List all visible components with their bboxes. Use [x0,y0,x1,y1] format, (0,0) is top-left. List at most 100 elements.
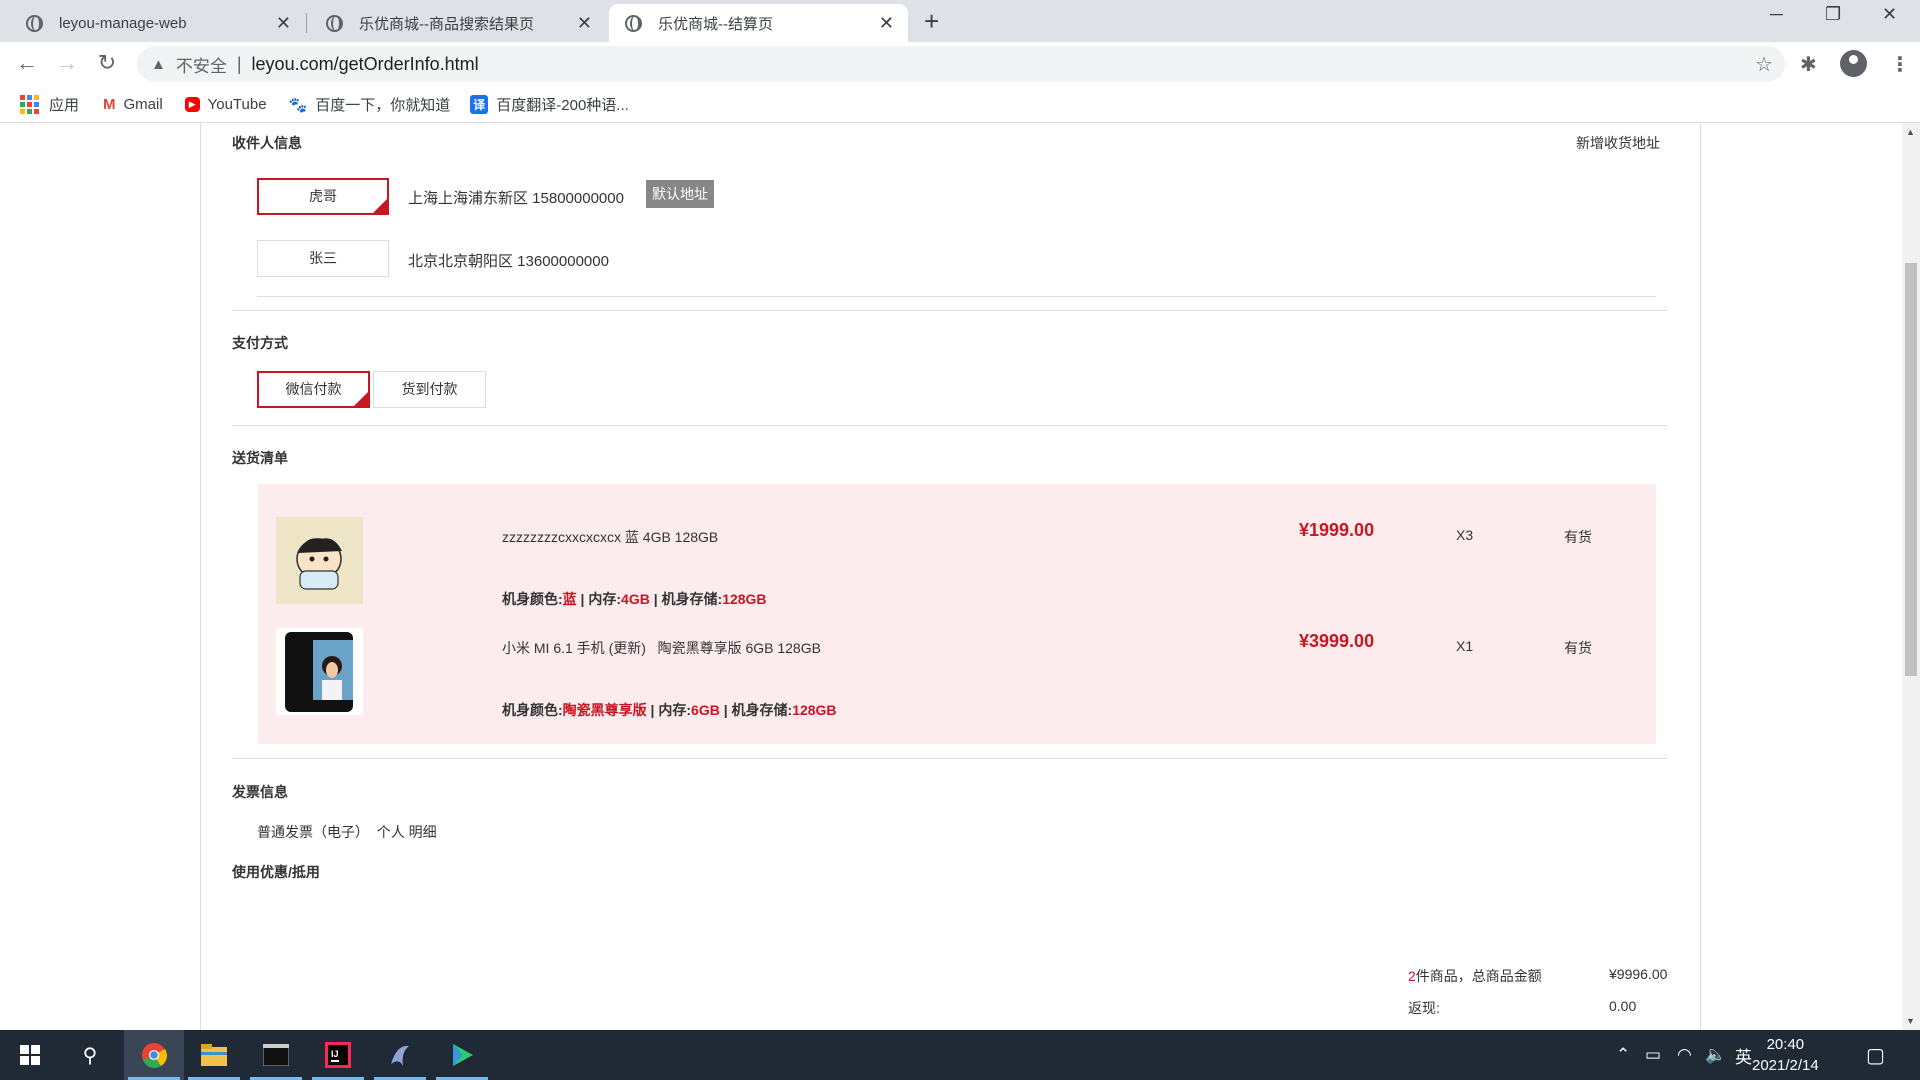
restore-icon[interactable]: ❐ [1825,4,1841,25]
url-divider: | [236,53,242,74]
globe-icon [625,14,642,32]
invoice-detail[interactable]: 普通发票（电子） 个人 明细 [257,822,437,842]
close-tab-icon[interactable]: ✕ [577,13,592,34]
minimize-icon[interactable]: ─ [1770,4,1783,25]
baidu-translate-icon: 译 [470,95,489,114]
baidu-paw-icon: 🐾 [288,96,308,114]
bookmark-baidu[interactable]: 🐾 百度一下，你就知道 [289,94,451,115]
intellij-icon[interactable]: IJ [308,1030,368,1080]
product-spec: 机身颜色:陶瓷黑尊享版 | 内存:6GB | 机身存储:128GB [502,700,837,720]
payment-option[interactable]: 货到付款 [373,371,486,408]
bookmark-youtube[interactable]: ▶ YouTube [184,96,267,113]
divider [232,758,1668,759]
globe-icon [326,14,343,32]
extensions-icon[interactable]: ✱ [1800,52,1817,77]
address-detail: 上海上海浦东新区 15800000000 [408,190,624,207]
chrome-taskbar-icon[interactable] [124,1030,184,1080]
battery-icon[interactable]: ▭ [1645,1030,1661,1080]
scroll-up-icon[interactable]: ▲ [1906,127,1915,137]
payment-option-selected[interactable]: 微信付款 [257,371,370,408]
product-thumbnail[interactable] [276,628,363,715]
spec-value: 128GB [722,591,767,607]
divider [232,425,1668,426]
page-scrollbar[interactable]: ▲ ▼ [1902,123,1920,1030]
add-address-link[interactable]: 新增收货地址 [1576,133,1660,153]
windows-start-icon[interactable] [0,1030,60,1080]
bookmark-star-icon[interactable]: ☆ [1755,52,1773,77]
spec-label: | 内存: [576,591,622,607]
invoice-section-title: 发票信息 [232,784,288,800]
receiver-section-title: 收件人信息 [232,135,302,151]
product-name[interactable]: zzzzzzzzcxxcxcxcx 蓝 4GB 128GB [502,527,718,547]
divider [232,310,1668,311]
profile-avatar-icon[interactable] [1840,50,1867,77]
tab-divider [306,13,307,33]
delivery-item-list [258,484,1656,744]
reload-icon[interactable]: ↻ [92,50,122,76]
item-count-suffix: 件商品，总商品金额 [1415,968,1542,984]
tab-title: leyou-manage-web [59,14,187,32]
close-tab-icon[interactable]: ✕ [276,13,291,34]
product-thumbnail[interactable] [276,517,363,604]
bookmark-label: Gmail [123,96,163,113]
coupon-section-title[interactable]: 使用优惠/抵用 [232,862,320,882]
scroll-down-icon[interactable]: ▼ [1906,1016,1915,1026]
apps-grid-icon [20,95,39,114]
bookmark-baidu-translate[interactable]: 译 百度翻译-200种语... [470,94,629,115]
terminal-icon[interactable] [246,1030,306,1080]
globe-icon [26,14,43,32]
file-explorer-icon[interactable] [184,1030,244,1080]
taskbar-clock[interactable]: 20:40 2021/2/14 [1752,1034,1819,1076]
browser-toolbar: ← → ↻ ▲ 不安全 | leyou.com/getOrderInfo.htm… [0,42,1920,87]
volume-icon[interactable]: 🔈 [1705,1030,1726,1080]
notification-icon[interactable]: ▢ [1866,1030,1885,1080]
bookmark-label: YouTube [207,96,267,113]
spec-value: 4GB [621,591,650,607]
media-player-icon[interactable] [432,1030,492,1080]
security-label: 不安全 [175,56,227,76]
back-icon[interactable]: ← [12,50,42,76]
gmail-icon: M [103,96,116,113]
cartoon-image-icon [296,538,342,590]
bookmark-gmail[interactable]: M Gmail [103,96,163,113]
scrollbar-thumb[interactable] [1905,263,1917,676]
tab-search-results[interactable]: 乐优商城--商品搜索结果页 ✕ [308,4,606,42]
address-detail: 北京北京朝阳区 13600000000 [408,253,609,270]
new-tab-button[interactable]: + [924,6,939,36]
svg-text:IJ: IJ [331,1049,339,1059]
forward-icon[interactable]: → [52,50,82,76]
tab-checkout[interactable]: 乐优商城--结算页 ✕ [609,4,908,42]
item-count-summary: 2件商品，总商品金额 [1408,966,1542,986]
product-spec: 机身颜色:蓝 | 内存:4GB | 机身存储:128GB [502,589,767,609]
spec-label: | 内存: [646,702,692,718]
spec-label: | 机身存储: [719,702,793,718]
spec-label: 机身颜色: [502,591,563,607]
tab-title: 乐优商城--结算页 [658,15,773,33]
address-bar[interactable]: ▲ 不安全 | leyou.com/getOrderInfo.html ☆ [137,46,1785,82]
stock-status: 有货 [1564,529,1592,545]
close-tab-icon[interactable]: ✕ [879,13,894,34]
delivery-section-title: 送货清单 [232,450,288,466]
close-window-icon[interactable]: ✕ [1882,4,1897,25]
ime-indicator[interactable]: 英 [1735,1030,1752,1080]
search-icon[interactable]: ⚲ [60,1030,120,1080]
menu-kebab-icon[interactable]: ⋮ [1890,52,1910,77]
bookmark-apps[interactable]: 应用 [20,94,79,115]
address-option[interactable]: 张三 [257,240,389,277]
url-text[interactable]: leyou.com/getOrderInfo.html [252,54,479,75]
dolphin-app-icon[interactable] [370,1030,430,1080]
browser-tab-bar: leyou-manage-web ✕ 乐优商城--商品搜索结果页 ✕ 乐优商城-… [0,0,1920,42]
bookmark-label: 应用 [49,97,80,114]
address-option-selected[interactable]: 虎哥 [257,178,389,215]
product-name[interactable]: 小米 MI 6.1 手机 (更新) 陶瓷黑尊享版 6GB 128GB [502,638,821,658]
show-hidden-icons[interactable]: ⌃ [1616,1030,1630,1080]
spec-label: | 机身存储: [649,591,723,607]
stock-status: 有货 [1564,640,1592,656]
cashback-label: 返现: [1408,1000,1440,1016]
product-price: ¥3999.00 [1299,631,1375,651]
wifi-icon[interactable]: ◠ [1677,1030,1692,1080]
warning-icon: ▲ [151,55,166,73]
tab-leyou-manage-web[interactable]: leyou-manage-web ✕ [0,4,305,42]
clock-time: 20:40 [1766,1036,1805,1053]
bookmark-label: 百度翻译-200种语... [496,97,629,114]
